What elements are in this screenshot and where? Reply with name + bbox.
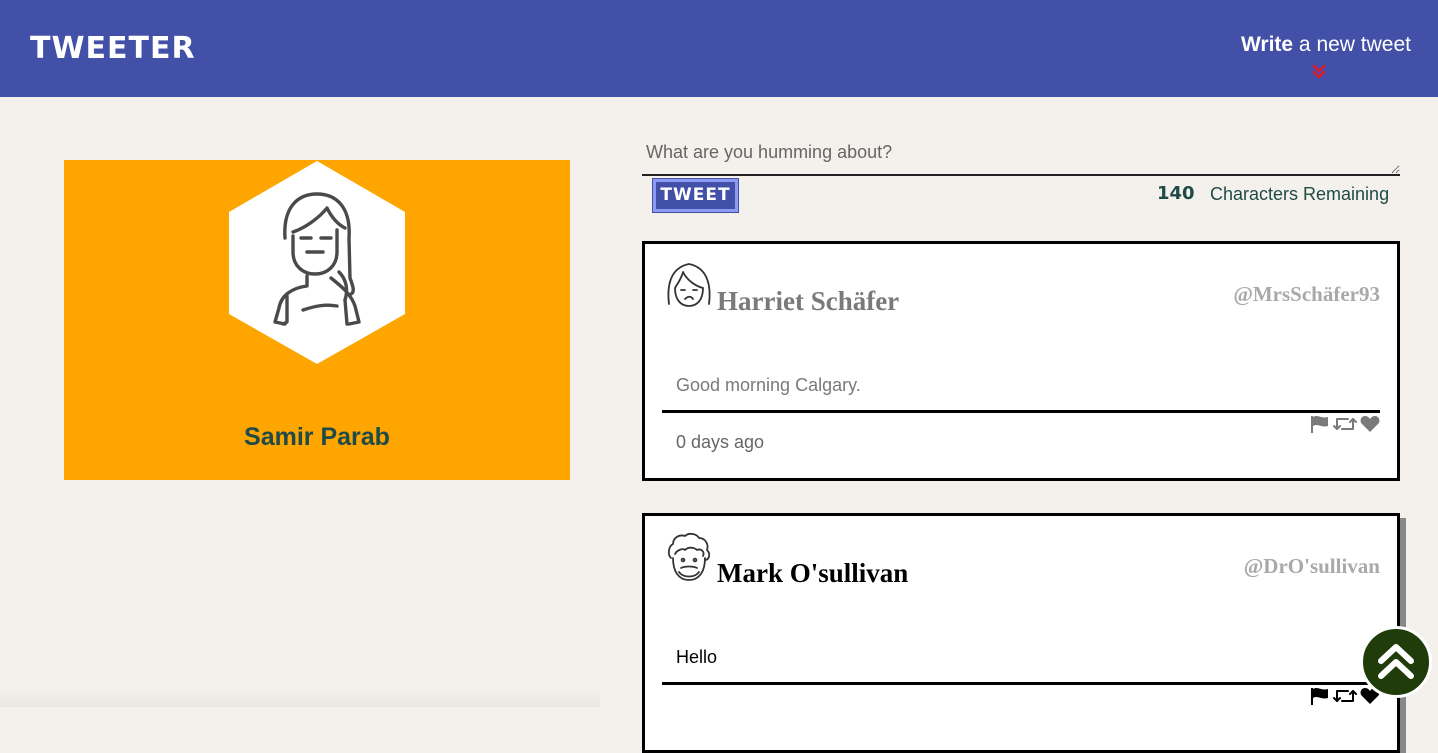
tweet-text: Good morning Calgary.	[676, 375, 861, 395]
tweet-divider	[662, 682, 1380, 685]
tweet-actions	[1310, 415, 1380, 437]
tweet-author-handle: @DrO'sullivan	[1243, 554, 1380, 578]
tweet-text: Hello	[676, 647, 718, 667]
profile-name: Samir Parab	[244, 423, 390, 451]
retweet-icon[interactable]	[1333, 415, 1357, 438]
character-counter-label: Characters Remaining	[1210, 184, 1390, 204]
retweet-icon[interactable]	[1333, 687, 1357, 710]
tweet-author-name: Harriet Schäfer	[717, 286, 900, 316]
user-avatar-icon	[667, 263, 711, 307]
tweet-divider	[662, 410, 1380, 413]
write-new-tweet-link[interactable]: Write a new tweet	[1241, 32, 1411, 58]
character-counter: 140	[1157, 183, 1195, 204]
tweet-card: Mark O'sullivan @DrO'sullivan Hello	[642, 513, 1400, 753]
write-link-rest: a new tweet	[1293, 33, 1411, 56]
tweet-submit-button[interactable]: TWEET	[652, 178, 739, 213]
tweet-date: 0 days ago	[676, 432, 765, 452]
heart-icon[interactable]	[1360, 415, 1380, 438]
app-logo[interactable]: TWEETER	[30, 31, 196, 67]
page-bottom-shadow	[0, 688, 600, 707]
double-chevron-up-icon	[1378, 644, 1414, 679]
top-nav: TWEETER Write a new tweet	[0, 0, 1438, 97]
scroll-to-top-button[interactable]	[1360, 626, 1432, 698]
write-link-bold: Write	[1240, 33, 1294, 56]
flag-icon[interactable]	[1310, 687, 1330, 710]
flag-icon[interactable]	[1310, 415, 1330, 438]
tweet-author-handle: @MrsSchäfer93	[1233, 282, 1380, 306]
tweet-author-name: Mark O'sullivan	[717, 558, 909, 588]
profile-card: Samir Parab	[64, 160, 570, 480]
double-chevron-down-icon[interactable]	[1312, 64, 1326, 80]
tweet-actions	[1310, 687, 1380, 709]
profile-avatar	[229, 161, 405, 364]
tweet-composer-input[interactable]	[642, 136, 1400, 176]
user-avatar-icon	[667, 532, 711, 581]
tweet-card: Harriet Schäfer @MrsSchäfer93 Good morni…	[642, 241, 1400, 481]
